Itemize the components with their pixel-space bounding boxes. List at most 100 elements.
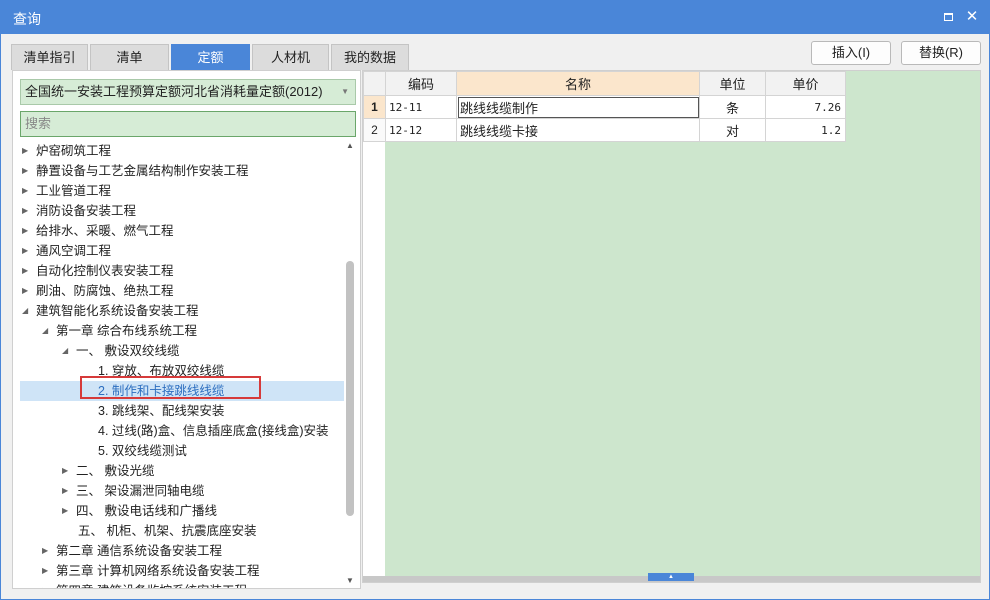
expand-icon[interactable]: ▶ [22, 241, 32, 261]
tree-node[interactable]: ▶ 通风空调工程 [20, 241, 344, 261]
tree-node-label: 刷油、防腐蚀、绝热工程 [36, 284, 174, 298]
highlight-annotation [80, 376, 261, 399]
tree-node-label: 第三章 计算机网络系统设备安装工程 [56, 564, 260, 578]
expand-icon[interactable]: ▶ [62, 461, 72, 481]
tree-node-label: 五、 机柜、机架、抗震底座安装 [78, 524, 257, 538]
tree-node-label: 5. 双绞线缆测试 [98, 444, 187, 458]
tree-node-label: 一、 敷设双绞线缆 [76, 344, 180, 358]
quota-tree-panel: 全国统一安装工程预算定额河北省消耗量定额(2012) ▼ 搜索 ▶ 炉窑砌筑工程 ▶… [12, 70, 361, 589]
table-row[interactable]: 2 12-12 跳线线缆卡接 对 1.2 [363, 118, 846, 142]
cell-unit[interactable]: 对 [699, 118, 766, 142]
cell-code[interactable]: 12-12 [385, 118, 457, 142]
tree-node[interactable]: 3. 跳线架、配线架安装 [20, 401, 344, 421]
column-header-price[interactable]: 单价 [765, 71, 846, 96]
replace-button[interactable]: 替换(R) [901, 41, 981, 65]
collapse-icon[interactable]: ◢ [62, 341, 72, 361]
expand-icon[interactable]: ▶ [22, 281, 32, 301]
collapse-icon[interactable]: ◢ [22, 301, 32, 321]
tab-list-guide[interactable]: 清单指引 [11, 44, 88, 70]
tree-node[interactable]: ▶ 给排水、采暖、燃气工程 [20, 221, 344, 241]
tree-node-label: 第四章 建筑设备监控系统安装工程 [56, 581, 247, 588]
column-header-code[interactable]: 编码 [385, 71, 457, 96]
quota-library-value: 全国统一安装工程预算定额河北省消耗量定额(2012) [25, 84, 323, 99]
quota-table: 编码 名称 单位 单价 1 12-11 跳线线缆制作 条 7.26 2 12-1… [363, 71, 846, 142]
tree-node-label: 建筑智能化系统设备安装工程 [36, 304, 199, 318]
quota-tree: ▶ 炉窑砌筑工程 ▶ 静置设备与工艺金属结构制作安装工程 ▶ 工业管道工程 ▶ 消防设备安装工… [20, 141, 344, 588]
tab-quota[interactable]: 定额 [171, 44, 250, 70]
tree-node-label: 自动化控制仪表安装工程 [36, 264, 174, 278]
collapse-icon[interactable]: ◢ [42, 321, 52, 341]
cell-code[interactable]: 12-11 [385, 95, 457, 119]
insert-button[interactable]: 插入(I) [811, 41, 891, 65]
tab-list[interactable]: 清单 [90, 44, 169, 70]
chevron-down-icon: ▼ [341, 87, 349, 96]
expand-icon[interactable]: ▶ [22, 181, 32, 201]
tab-my-data[interactable]: 我的数据 [331, 44, 409, 70]
tree-node-label: 炉窑砌筑工程 [36, 144, 112, 158]
tree-node[interactable]: ▶ 刷油、防腐蚀、绝热工程 [20, 281, 344, 301]
tree-node[interactable]: 五、 机柜、机架、抗震底座安装 [20, 521, 344, 541]
tree-node[interactable]: ▶ 自动化控制仪表安装工程 [20, 261, 344, 281]
expand-icon[interactable]: ▶ [62, 501, 72, 521]
row-number-header [363, 71, 386, 96]
expand-icon[interactable]: ▶ [62, 481, 72, 501]
cell-price[interactable]: 7.26 [765, 95, 846, 119]
column-header-name[interactable]: 名称 [456, 71, 700, 96]
query-window: 查询 ✕ 清单指引 清单 定额 人材机 我的数据 插入(I) 替换(R) 全国统… [0, 0, 990, 600]
tree-node[interactable]: ▶ 静置设备与工艺金属结构制作安装工程 [20, 161, 344, 181]
expand-icon[interactable]: ▶ [42, 561, 52, 581]
tree-node[interactable]: ▶ 消防设备安装工程 [20, 201, 344, 221]
cell-name[interactable]: 跳线线缆制作 [456, 95, 700, 119]
tree-node[interactable]: 4. 过线(路)盒、信息插座底盒(接线盒)安装 [20, 421, 344, 441]
expand-icon[interactable]: ▶ [22, 221, 32, 241]
tree-node-label: 三、 架设漏泄同轴电缆 [76, 484, 205, 498]
tree-scrollbar[interactable]: ▲ ▼ [344, 141, 356, 588]
tree-node-label: 给排水、采暖、燃气工程 [36, 224, 174, 238]
expand-icon[interactable]: ▶ [22, 261, 32, 281]
row-number: 1 [363, 95, 386, 119]
expand-icon[interactable]: ▶ [22, 201, 32, 221]
cell-name[interactable]: 跳线线缆卡接 [456, 118, 700, 142]
expand-icon[interactable]: ▶ [42, 541, 52, 561]
quota-grid-panel: 编码 名称 单位 单价 1 12-11 跳线线缆制作 条 7.26 2 12-1… [362, 70, 981, 583]
tree-node-label: 四、 敷设电话线和广播线 [76, 504, 217, 518]
tree-node-label: 第二章 通信系统设备安装工程 [56, 544, 222, 558]
expand-icon[interactable]: ▶ [22, 161, 32, 181]
scroll-down-icon[interactable]: ▼ [344, 576, 356, 588]
column-header-unit[interactable]: 单位 [699, 71, 766, 96]
tree-node[interactable]: ▶ 二、 敷设光缆 [20, 461, 344, 481]
tree-node[interactable]: ▶ 第三章 计算机网络系统设备安装工程 [20, 561, 344, 581]
tree-node[interactable]: ◢ 建筑智能化系统设备安装工程 [20, 301, 344, 321]
tree-node[interactable]: ▶ 工业管道工程 [20, 181, 344, 201]
tree-node[interactable]: ▶ 炉窑砌筑工程 [20, 141, 344, 161]
grid-horizontal-scrollbar[interactable]: ▲ [363, 573, 980, 582]
tree-node-label: 4. 过线(路)盒、信息插座底盒(接线盒)安装 [98, 424, 329, 438]
scrollbar-thumb[interactable] [346, 261, 354, 516]
tree-node[interactable]: ▶ 第二章 通信系统设备安装工程 [20, 541, 344, 561]
cell-price[interactable]: 1.2 [765, 118, 846, 142]
close-icon[interactable]: ✕ [963, 8, 981, 26]
window-title: 查询 [13, 11, 41, 27]
tree-node[interactable]: ▶ 三、 架设漏泄同轴电缆 [20, 481, 344, 501]
cell-unit[interactable]: 条 [699, 95, 766, 119]
tree-node[interactable]: ▶ 第四章 建筑设备监控系统安装工程 [20, 581, 344, 588]
tree-node[interactable]: ◢ 第一章 综合布线系统工程 [20, 321, 344, 341]
scroll-up-icon[interactable]: ▲ [344, 141, 356, 153]
search-input[interactable]: 搜索 [20, 111, 356, 137]
splitter-handle-icon[interactable]: ▲ [648, 573, 694, 581]
tab-labor-material-machine[interactable]: 人材机 [252, 44, 329, 70]
expand-icon[interactable]: ▶ [22, 141, 32, 161]
maximize-icon[interactable] [939, 8, 957, 26]
tree-node[interactable]: 5. 双绞线缆测试 [20, 441, 344, 461]
tree-node-label: 消防设备安装工程 [36, 204, 137, 218]
quota-library-select[interactable]: 全国统一安装工程预算定额河北省消耗量定额(2012) ▼ [20, 79, 356, 105]
tree-node[interactable]: ▶ 四、 敷设电话线和广播线 [20, 501, 344, 521]
tree-node[interactable]: ◢ 一、 敷设双绞线缆 [20, 341, 344, 361]
row-number-column [363, 71, 385, 582]
tree-node-label: 工业管道工程 [36, 184, 112, 198]
expand-icon[interactable]: ▶ [42, 581, 52, 588]
title-bar: 查询 ✕ [1, 1, 989, 34]
table-row[interactable]: 1 12-11 跳线线缆制作 条 7.26 [363, 95, 846, 119]
row-number: 2 [363, 118, 386, 142]
table-header: 编码 名称 单位 单价 [363, 71, 846, 96]
